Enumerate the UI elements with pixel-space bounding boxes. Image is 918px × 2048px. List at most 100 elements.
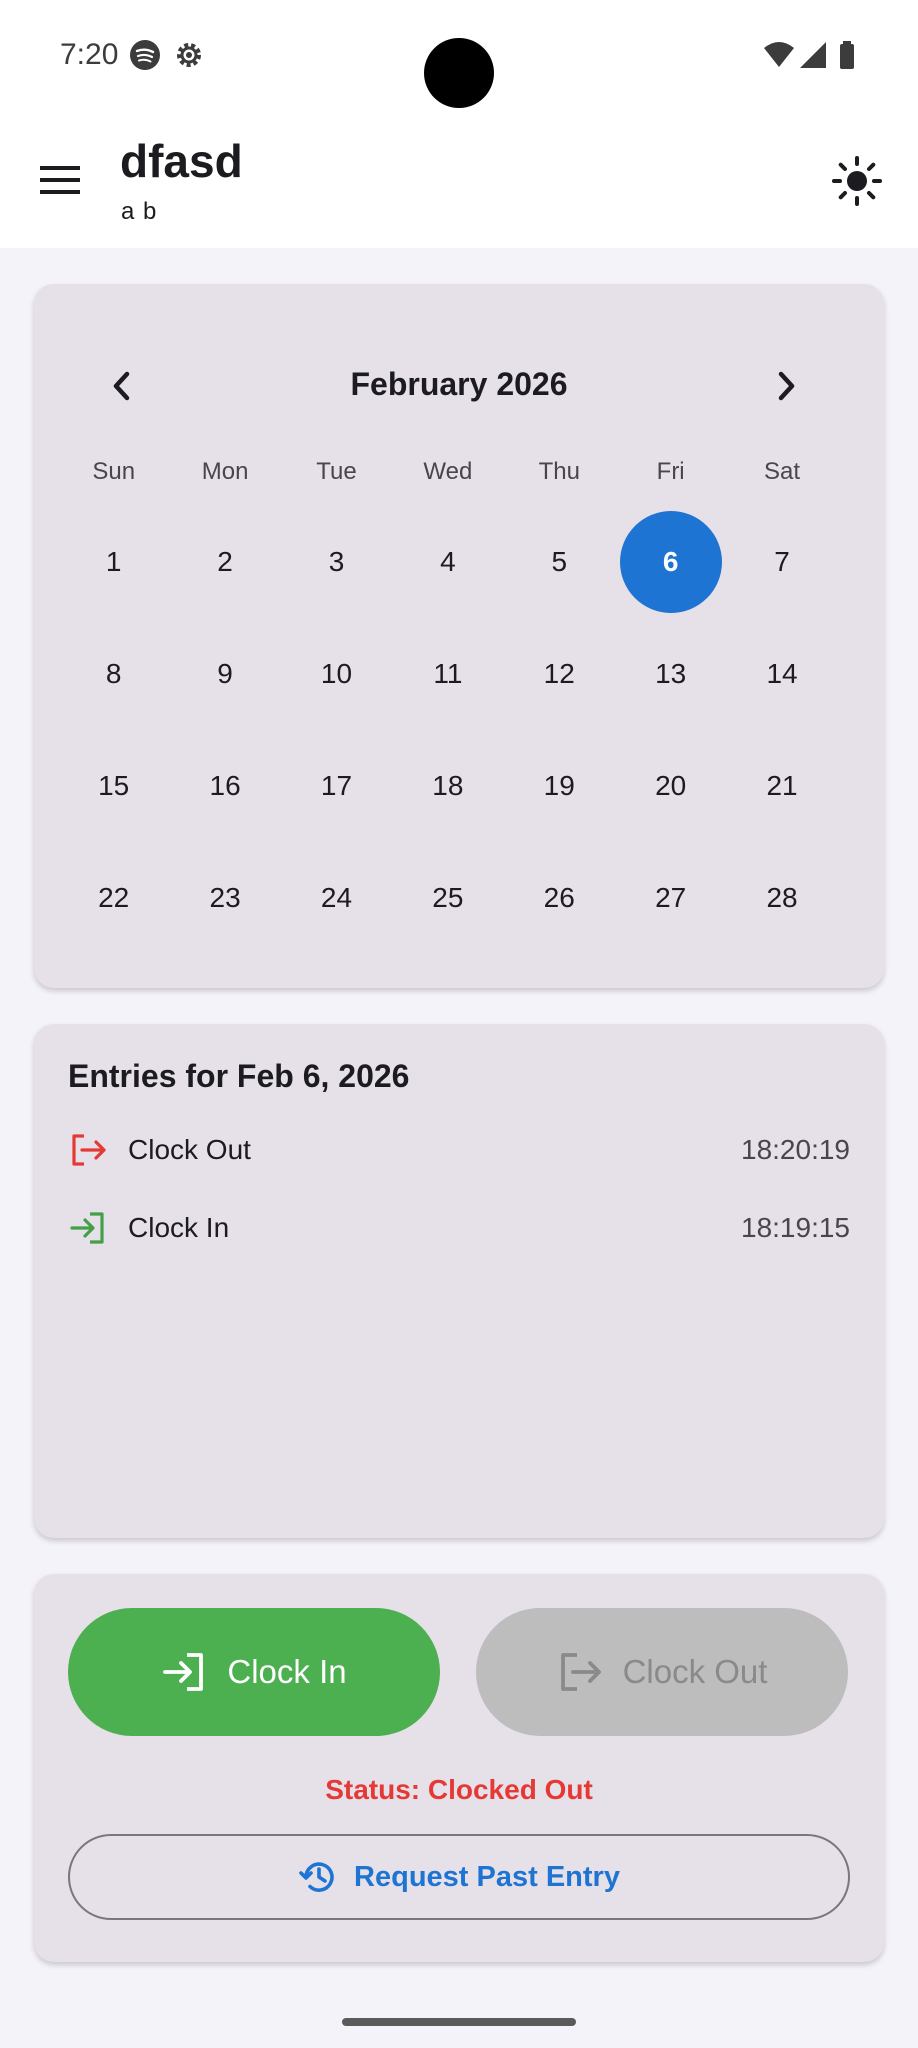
calendar-day-number: 8 <box>105 658 122 689</box>
clock-out-label: Clock Out <box>622 1653 768 1690</box>
calendar-day-number: 26 <box>543 882 575 913</box>
calendar-day-number: 3 <box>328 546 345 577</box>
calendar-day[interactable]: 25 <box>392 846 503 950</box>
calendar-day[interactable]: 17 <box>281 734 392 838</box>
entry-label: Clock Out <box>128 1134 251 1165</box>
request-past-entry-label: Request Past Entry <box>354 1860 620 1893</box>
calendar-day-number: 15 <box>98 770 130 801</box>
calendar-week-row: 15 16 17 18 19 20 21 <box>58 734 838 838</box>
calendar-day[interactable]: 5 <box>504 510 615 614</box>
calendar-card: February 2026 Sun Mon Tue Wed Thu Fri Sat 1234… <box>34 284 884 988</box>
chevron-right-icon[interactable] <box>764 364 808 408</box>
spotify-icon <box>130 40 160 70</box>
entry-label: Clock In <box>128 1212 230 1243</box>
calendar-weekday: Sun <box>92 458 136 485</box>
calendar-month-label: February 2026 <box>350 366 568 402</box>
camera-cutout <box>424 38 494 108</box>
calendar-day-number: 9 <box>217 658 233 689</box>
calendar-day[interactable]: 20 <box>615 734 726 838</box>
calendar-weekday: Thu <box>538 458 580 485</box>
entries-card: Entries for Feb 6, 2026 Clock Out 18:20:… <box>34 1024 884 1538</box>
calendar-day[interactable]: 21 <box>726 734 837 838</box>
history-icon <box>299 1862 334 1892</box>
calendar-day[interactable]: 8 <box>58 622 169 726</box>
calendar-day[interactable]: 16 <box>169 734 280 838</box>
login-icon <box>70 1212 104 1244</box>
logout-icon <box>560 1653 601 1691</box>
calendar-weekday: Tue <box>316 458 357 485</box>
hamburger-menu-icon[interactable] <box>38 162 82 198</box>
calendar-day-number: 11 <box>433 658 463 689</box>
calendar-day[interactable]: 15 <box>58 734 169 838</box>
calendar-day[interactable]: 7 <box>726 510 837 614</box>
calendar-day-number: 16 <box>209 770 241 801</box>
calendar-day-number: 5 <box>551 546 568 577</box>
calendar-week-row: 1 2 3 4 5 6 7 <box>58 510 838 614</box>
calendar-weekday: Mon <box>201 458 249 485</box>
calendar-day[interactable]: 24 <box>281 846 392 950</box>
calendar-day[interactable]: 23 <box>169 846 280 950</box>
signal-icon <box>800 42 826 68</box>
clock-in-button[interactable]: Clock In <box>68 1608 440 1736</box>
calendar-day[interactable]: 18 <box>392 734 503 838</box>
home-indicator <box>342 2018 576 2026</box>
settings-icon <box>177 43 201 67</box>
calendar-day[interactable]: 13 <box>615 622 726 726</box>
calendar-day-number: 1 <box>105 546 122 577</box>
calendar-weekday: Wed <box>423 458 473 485</box>
calendar-day[interactable]: 27 <box>615 846 726 950</box>
calendar-day-number: 25 <box>432 882 464 913</box>
calendar-day[interactable]: 3 <box>281 510 392 614</box>
entries-title: Entries for Feb 6, 2026 <box>68 1058 410 1094</box>
actions-card: Clock In Clock Out Status: Clocked Out R… <box>34 1574 884 1962</box>
calendar-day-number: 19 <box>543 770 575 801</box>
logout-icon <box>72 1134 106 1166</box>
calendar-day[interactable]: 14 <box>726 622 837 726</box>
sun-icon[interactable] <box>832 156 882 206</box>
calendar-day-number: 24 <box>320 882 353 913</box>
calendar-day-number: 27 <box>655 882 687 913</box>
clock-in-label: Clock In <box>227 1653 347 1690</box>
calendar-day-number: 21 <box>766 770 798 801</box>
entry-row-clock-out: Clock Out 18:20:19 <box>68 1124 850 1180</box>
status-time: 7:20 <box>60 38 119 71</box>
status-text: Status: Clocked Out <box>325 1774 593 1805</box>
clock-out-button[interactable]: Clock Out <box>476 1608 848 1736</box>
calendar-day[interactable]: 26 <box>504 846 615 950</box>
battery-icon <box>840 41 854 69</box>
app-title: dfasd <box>120 135 243 187</box>
calendar-weekday: Sat <box>764 458 801 485</box>
calendar-day-number: 18 <box>432 770 464 801</box>
login-icon <box>163 1653 204 1691</box>
calendar-day-number: 14 <box>766 658 798 689</box>
request-past-entry-button[interactable]: Request Past Entry <box>68 1834 850 1920</box>
calendar-day[interactable]: 2 <box>169 510 280 614</box>
calendar-weekday-header: Sun Mon Tue Wed Thu Fri Sat <box>58 458 838 486</box>
calendar-day[interactable]: 11 <box>392 622 503 726</box>
status-bar: 7:20 <box>0 0 918 112</box>
calendar-day[interactable]: 28 <box>726 846 837 950</box>
calendar-day[interactable]: 19 <box>504 734 615 838</box>
calendar-day-number: 20 <box>655 770 687 801</box>
app-bar: dfasd a b <box>0 112 918 248</box>
calendar-day[interactable]: 1 <box>58 510 169 614</box>
calendar-day-number: 7 <box>774 546 790 577</box>
calendar-day[interactable]: 22 <box>58 846 169 950</box>
calendar-day-number: 2 <box>217 546 233 577</box>
entry-row-clock-in: Clock In 18:19:15 <box>68 1202 850 1258</box>
entry-time: 18:19:15 <box>741 1212 850 1243</box>
calendar-day-number: 12 <box>543 658 575 689</box>
calendar-day[interactable]: 9 <box>169 622 280 726</box>
calendar-day-number: 10 <box>320 658 353 689</box>
calendar-day-number: 4 <box>440 546 456 577</box>
calendar-weekday: Fri <box>656 458 685 485</box>
wifi-icon <box>764 42 794 67</box>
calendar-week-row: 22 23 24 25 26 27 28 <box>58 846 838 950</box>
calendar-day-number: 13 <box>655 658 687 689</box>
calendar-day[interactable]: 12 <box>504 622 615 726</box>
calendar-day-number: 23 <box>209 882 241 913</box>
calendar-day[interactable]: 10 <box>281 622 392 726</box>
calendar-day[interactable]: 4 <box>392 510 503 614</box>
calendar-day-number: 6 <box>619 511 722 613</box>
calendar-day-selected[interactable]: 6 <box>615 510 726 614</box>
